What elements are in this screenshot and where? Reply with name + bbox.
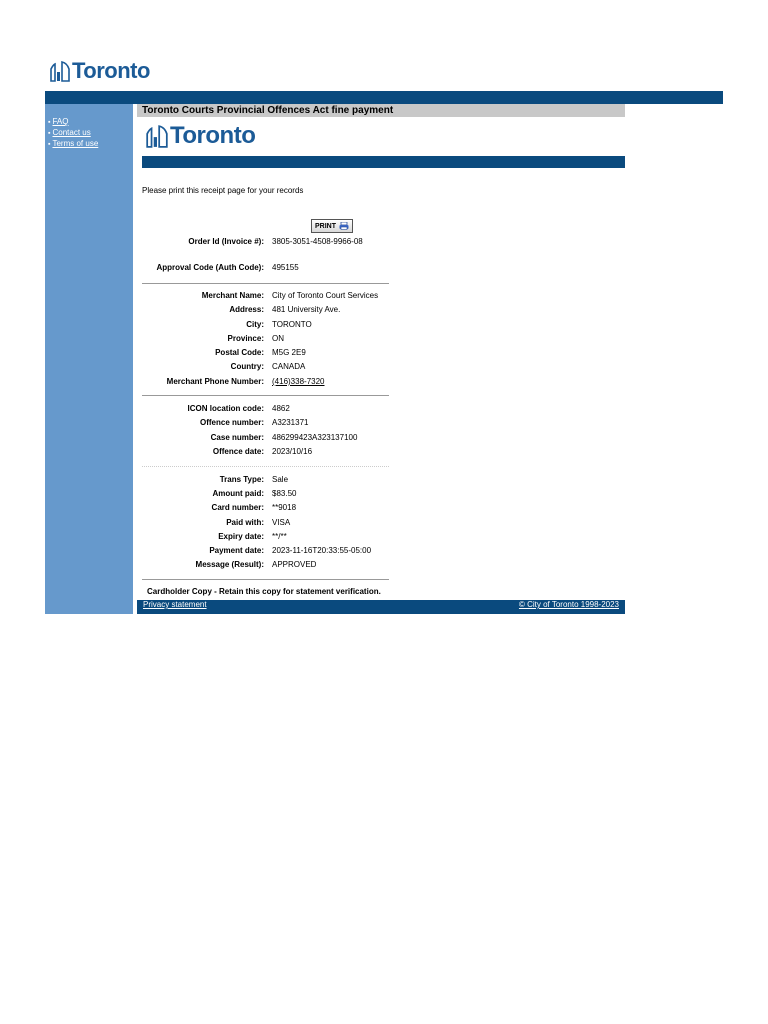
offence-number-label: Offence number: [199,418,264,427]
city-hall-icon [50,61,70,82]
offence-date-value: 2023/10/16 [272,447,313,456]
address-label: Address: [229,305,264,314]
card-number-value: **9018 [272,503,297,512]
divider [142,395,389,396]
logo-wordmark: Toronto [72,58,150,83]
city-row: City: TORONTO [142,319,392,331]
city-value: TORONTO [272,320,312,329]
province-label: Province: [227,334,264,343]
payment-date-row: Payment date: 2023-11-16T20:33:55-05:00 [142,545,392,557]
message-result-value: APPROVED [272,560,317,569]
case-number-label: Case number: [210,433,264,442]
trans-type-value: Sale [272,475,289,484]
cardholder-copy-note: Cardholder Copy - Retain this copy for s… [147,587,381,596]
payment-date-label: Payment date: [209,546,264,555]
icon-location-row: ICON location code: 4862 [142,403,392,415]
order-id-label: Order Id (Invoice #): [188,237,264,246]
divider [142,579,389,580]
trans-type-label: Trans Type: [219,475,264,484]
expiry-date-label: Expiry date: [218,532,264,541]
offence-date-row: Offence date: 2023/10/16 [142,446,392,458]
city-hall-icon [146,125,168,148]
print-button-label: PRINT [315,222,336,230]
country-row: Country: CANADA [142,361,392,373]
amount-paid-row: Amount paid: $83.50 [142,488,392,500]
merchant-phone-label: Merchant Phone Number: [166,377,264,386]
approval-code-label: Approval Code (Auth Code): [156,263,264,272]
faq-link[interactable]: FAQ [52,117,68,126]
sidebar-item-terms: ▪ Terms of use [48,139,99,148]
city-label: City: [246,320,264,329]
print-instruction: Please print this receipt page for your … [142,186,304,195]
paid-with-label: Paid with: [226,518,264,527]
contact-us-link[interactable]: Contact us [52,128,90,137]
province-value: ON [272,334,284,343]
address-value: 481 University Ave. [272,305,341,314]
divider [142,466,389,467]
merchant-name-row: Merchant Name: City of Toronto Court Ser… [142,290,392,302]
message-result-label: Message (Result): [195,560,264,569]
paid-with-row: Paid with: VISA [142,517,392,529]
expiry-date-value: **/** [272,532,287,541]
toronto-logo: Toronto [50,60,150,82]
card-number-row: Card number: **9018 [142,502,392,514]
header-bar [45,91,723,104]
amount-paid-label: Amount paid: [212,489,264,498]
inner-toronto-logo: Toronto [146,122,256,149]
postal-code-value: M5G 2E9 [272,348,306,357]
content-header-band [142,156,625,168]
merchant-phone-row: Merchant Phone Number: (416)338-7320 [142,376,392,388]
approval-code-value: 495155 [272,263,299,272]
merchant-phone-link[interactable]: (416)338-7320 [272,376,324,388]
offence-number-row: Offence number: A3231371 [142,417,392,429]
sidebar-item-faq: ▪ FAQ [48,117,69,126]
merchant-name-label: Merchant Name: [201,291,264,300]
country-value: CANADA [272,362,306,371]
printer-icon [339,222,349,230]
sidebar: ▪ FAQ ▪ Contact us ▪ Terms of use [45,104,133,614]
offence-number-value: A3231371 [272,418,309,427]
message-result-row: Message (Result): APPROVED [142,559,392,571]
payment-date-value: 2023-11-16T20:33:55-05:00 [272,546,372,555]
country-label: Country: [230,362,264,371]
order-id-value: 3805-3051-4508-9966-08 [272,237,363,246]
footer-bar: Privacy statement © City of Toronto 1998… [137,600,625,614]
icon-location-value: 4862 [272,404,290,413]
paid-with-value: VISA [272,518,291,527]
case-number-value: 486299423A323137100 [272,433,358,442]
print-button[interactable]: PRINT [311,219,353,233]
sidebar-item-contact: ▪ Contact us [48,128,91,137]
card-number-label: Card number: [211,503,264,512]
expiry-date-row: Expiry date: **/** [142,531,392,543]
privacy-statement-link[interactable]: Privacy statement [143,600,207,610]
order-id-row: Order Id (Invoice #): 3805-3051-4508-996… [142,236,392,248]
trans-type-row: Trans Type: Sale [142,474,392,486]
terms-of-use-link[interactable]: Terms of use [52,139,98,148]
icon-location-label: ICON location code: [187,404,264,413]
merchant-name-value: City of Toronto Court Services [272,291,379,300]
approval-code-row: Approval Code (Auth Code): 495155 [142,262,392,274]
copyright-link[interactable]: © City of Toronto 1998-2023 [519,600,619,610]
inner-logo-wordmark: Toronto [170,122,256,149]
postal-code-label: Postal Code: [215,348,264,357]
province-row: Province: ON [142,333,392,345]
amount-paid-value: $83.50 [272,489,297,498]
postal-code-row: Postal Code: M5G 2E9 [142,347,392,359]
address-row: Address: 481 University Ave. [142,304,392,316]
divider [142,283,389,284]
case-number-row: Case number: 486299423A323137100 [142,432,392,444]
page-title: Toronto Courts Provincial Offences Act f… [137,104,625,117]
offence-date-label: Offence date: [212,447,264,456]
